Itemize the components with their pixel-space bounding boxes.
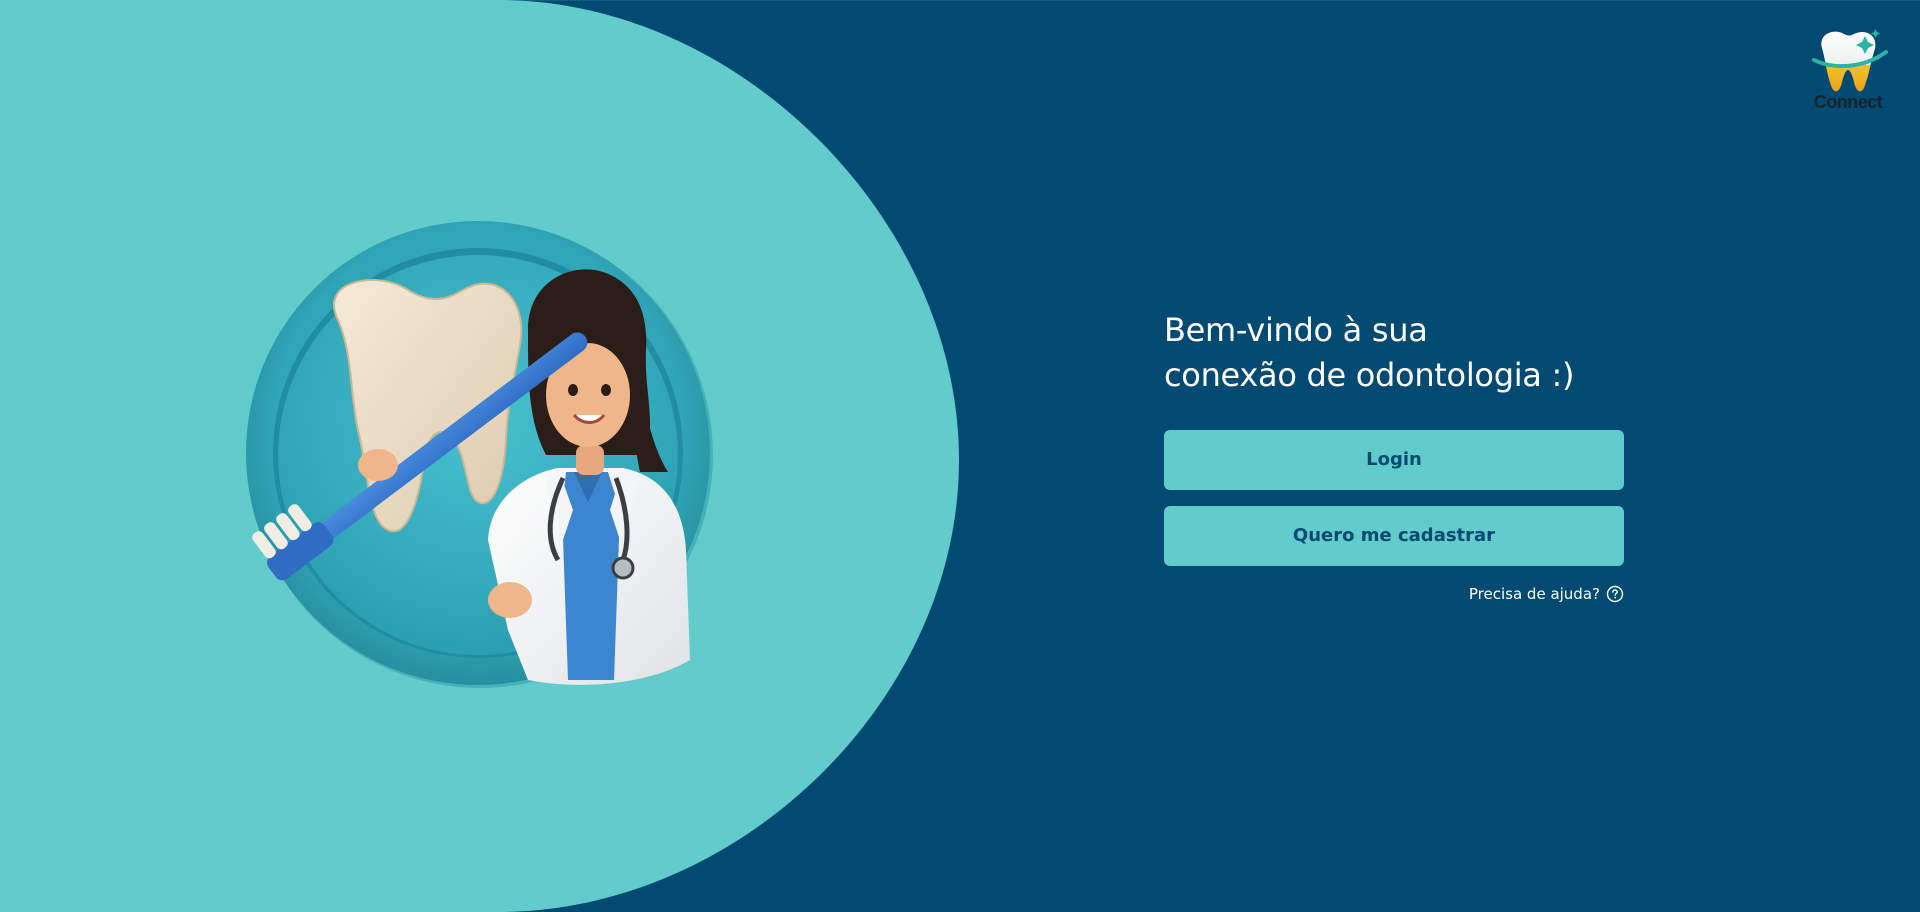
question-circle-icon [1606,585,1624,603]
help-label: Precisa de ajuda? [1468,585,1600,603]
welcome-page: Connect Bem-vindo à sua conexão de odont… [0,0,1920,912]
welcome-line-2: conexão de odontologia :) [1164,356,1575,394]
signup-button[interactable]: Quero me cadastrar [1164,506,1624,566]
tooth-icon [1812,29,1888,92]
brand-logo: Connect [1804,26,1892,116]
welcome-line-1: Bem-vindo à sua [1164,311,1428,349]
brand-name: Connect [1813,92,1883,112]
login-button[interactable]: Login [1164,430,1624,490]
dentist-illustration [246,221,713,688]
help-link[interactable]: Precisa de ajuda? [1424,582,1624,606]
welcome-heading: Bem-vindo à sua conexão de odontologia :… [1164,308,1724,398]
